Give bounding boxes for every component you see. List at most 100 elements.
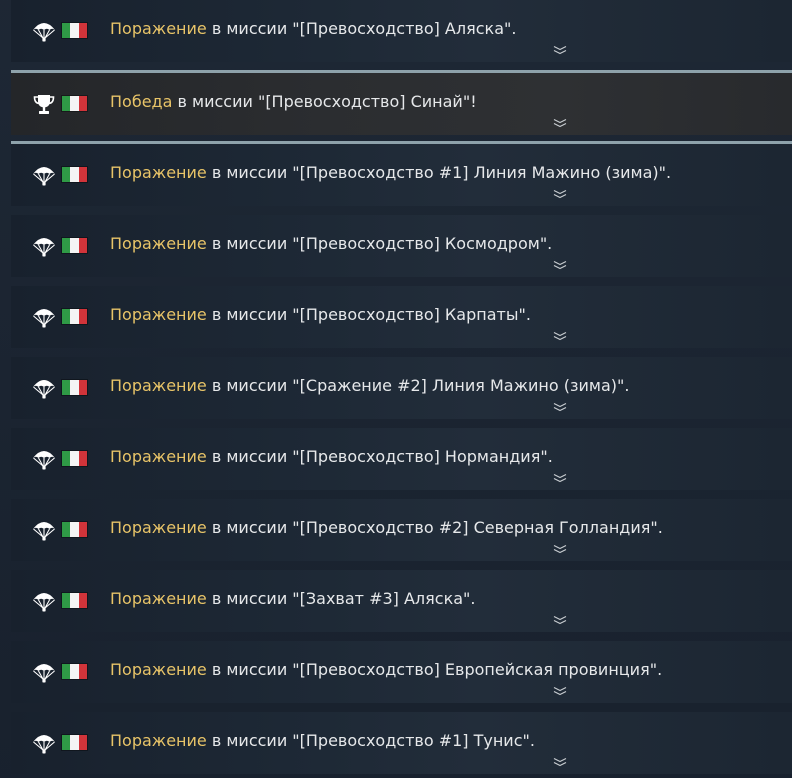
mission-name: "[Сражение #2] Линия Мажино (зима)" — [292, 376, 625, 395]
parachute-icon — [33, 380, 55, 399]
italy-flag — [62, 167, 87, 182]
result-message: Поражение в миссии "[Превосходство] Карп… — [110, 305, 531, 325]
result-message: Поражение в миссии "[Превосходство] Евро… — [110, 660, 662, 680]
parachute-icon — [33, 664, 55, 683]
parachute-icon — [33, 309, 55, 328]
message-middle: в миссии — [172, 92, 258, 111]
result-row[interactable]: Поражение в миссии "[Сражение #2] Линия … — [11, 357, 792, 419]
message-middle: в миссии — [206, 447, 293, 466]
message-middle: в миссии — [206, 305, 293, 324]
chevron-down-icon[interactable] — [552, 118, 568, 128]
result-row[interactable]: Победа в миссии "[Превосходство] Синай"! — [11, 73, 792, 135]
italy-flag — [62, 309, 87, 324]
italy-flag — [62, 238, 87, 253]
battle-results-feed: Поражение в миссии "[Превосходство] Аляс… — [0, 0, 792, 778]
parachute-icon — [33, 522, 55, 541]
result-message: Поражение в миссии "[Превосходство] Норм… — [110, 447, 553, 467]
result-label: Поражение — [110, 376, 207, 395]
message-ending: . — [657, 518, 663, 537]
result-label: Поражение — [110, 305, 207, 324]
result-label: Поражение — [110, 19, 207, 38]
message-ending: . — [665, 163, 672, 182]
chevron-down-icon[interactable] — [552, 45, 568, 55]
parachute-icon — [33, 238, 55, 257]
italy-flag — [62, 451, 87, 466]
italy-flag — [62, 23, 87, 38]
italy-flag — [62, 522, 87, 537]
result-message: Поражение в миссии "[Захват #3] Аляска". — [110, 589, 476, 609]
result-message: Поражение в миссии "[Превосходство] Аляс… — [110, 19, 516, 39]
result-row[interactable]: Поражение в миссии "[Захват #3] Аляска". — [11, 570, 792, 632]
message-ending: . — [529, 731, 535, 750]
result-message: Поражение в миссии "[Сражение #2] Линия … — [110, 376, 629, 396]
result-row[interactable]: Поражение в миссии "[Превосходство] Аляс… — [11, 0, 792, 62]
mission-name: "[Превосходство #1] Тунис" — [292, 731, 530, 750]
chevron-down-icon[interactable] — [552, 686, 568, 696]
result-label: Поражение — [110, 234, 207, 253]
message-middle: в миссии — [206, 376, 293, 395]
result-label: Поражение — [110, 518, 207, 537]
mission-name: "[Превосходство #1] Линия Мажино (зима)" — [292, 163, 666, 182]
chevron-down-icon[interactable] — [552, 260, 568, 270]
parachute-icon — [33, 593, 55, 612]
result-row[interactable]: Поражение в миссии "[Превосходство #2] С… — [11, 499, 792, 561]
message-ending: . — [470, 589, 476, 608]
result-label: Поражение — [110, 447, 207, 466]
result-message: Поражение в миссии "[Превосходство #1] Л… — [110, 163, 671, 183]
italy-flag — [62, 380, 87, 395]
result-row[interactable]: Поражение в миссии "[Превосходство #1] Т… — [11, 712, 792, 774]
message-ending: ! — [470, 92, 477, 111]
parachute-icon — [33, 167, 55, 186]
result-label: Поражение — [110, 731, 207, 750]
parachute-icon — [33, 735, 55, 754]
mission-name: "[Превосходство] Карпаты" — [292, 305, 526, 324]
mission-name: "[Превосходство] Европейская провинция" — [292, 660, 658, 679]
result-message: Поражение в миссии "[Превосходство #2] С… — [110, 518, 663, 538]
parachute-icon — [33, 451, 55, 470]
chevron-down-icon[interactable] — [552, 615, 568, 625]
result-label: Поражение — [110, 660, 207, 679]
mission-name: "[Превосходство] Аляска" — [292, 19, 512, 38]
mission-name: "[Превосходство] Синай" — [257, 92, 471, 111]
italy-flag — [62, 96, 87, 111]
result-row[interactable]: Поражение в миссии "[Превосходство] Косм… — [11, 215, 792, 277]
italy-flag — [62, 735, 87, 750]
chevron-down-icon[interactable] — [552, 757, 568, 767]
message-middle: в миссии — [206, 731, 293, 750]
message-ending: . — [511, 19, 517, 38]
message-middle: в миссии — [206, 589, 293, 608]
italy-flag — [62, 593, 87, 608]
message-middle: в миссии — [206, 19, 293, 38]
mission-name: "[Превосходство] Нормандия" — [292, 447, 548, 466]
result-message: Поражение в миссии "[Превосходство #1] Т… — [110, 731, 535, 751]
mission-name: "[Захват #3] Аляска" — [292, 589, 471, 608]
message-ending: . — [547, 447, 553, 466]
message-ending: . — [657, 660, 663, 679]
result-message: Поражение в миссии "[Превосходство] Косм… — [110, 234, 552, 254]
message-ending: . — [547, 234, 553, 253]
result-message: Победа в миссии "[Превосходство] Синай"! — [110, 92, 477, 112]
parachute-icon — [33, 23, 55, 42]
result-row[interactable]: Поражение в миссии "[Превосходство] Карп… — [11, 286, 792, 348]
result-label: Победа — [110, 92, 173, 111]
mission-name: "[Превосходство #2] Северная Голландия" — [292, 518, 658, 537]
result-row[interactable]: Поражение в миссии "[Превосходство #1] Л… — [11, 144, 792, 206]
result-label: Поражение — [110, 589, 207, 608]
chevron-down-icon[interactable] — [552, 402, 568, 412]
message-middle: в миссии — [206, 234, 293, 253]
message-ending: . — [624, 376, 630, 395]
chevron-down-icon[interactable] — [552, 331, 568, 341]
result-row[interactable]: Поражение в миссии "[Превосходство] Евро… — [11, 641, 792, 703]
message-ending: . — [525, 305, 531, 324]
message-middle: в миссии — [206, 163, 293, 182]
chevron-down-icon[interactable] — [552, 189, 568, 199]
trophy-icon — [33, 95, 55, 114]
message-middle: в миссии — [206, 660, 293, 679]
message-middle: в миссии — [206, 518, 293, 537]
mission-name: "[Превосходство] Космодром" — [292, 234, 548, 253]
italy-flag — [62, 664, 87, 679]
chevron-down-icon[interactable] — [552, 544, 568, 554]
result-row[interactable]: Поражение в миссии "[Превосходство] Норм… — [11, 428, 792, 490]
result-label: Поражение — [110, 163, 207, 182]
chevron-down-icon[interactable] — [552, 473, 568, 483]
